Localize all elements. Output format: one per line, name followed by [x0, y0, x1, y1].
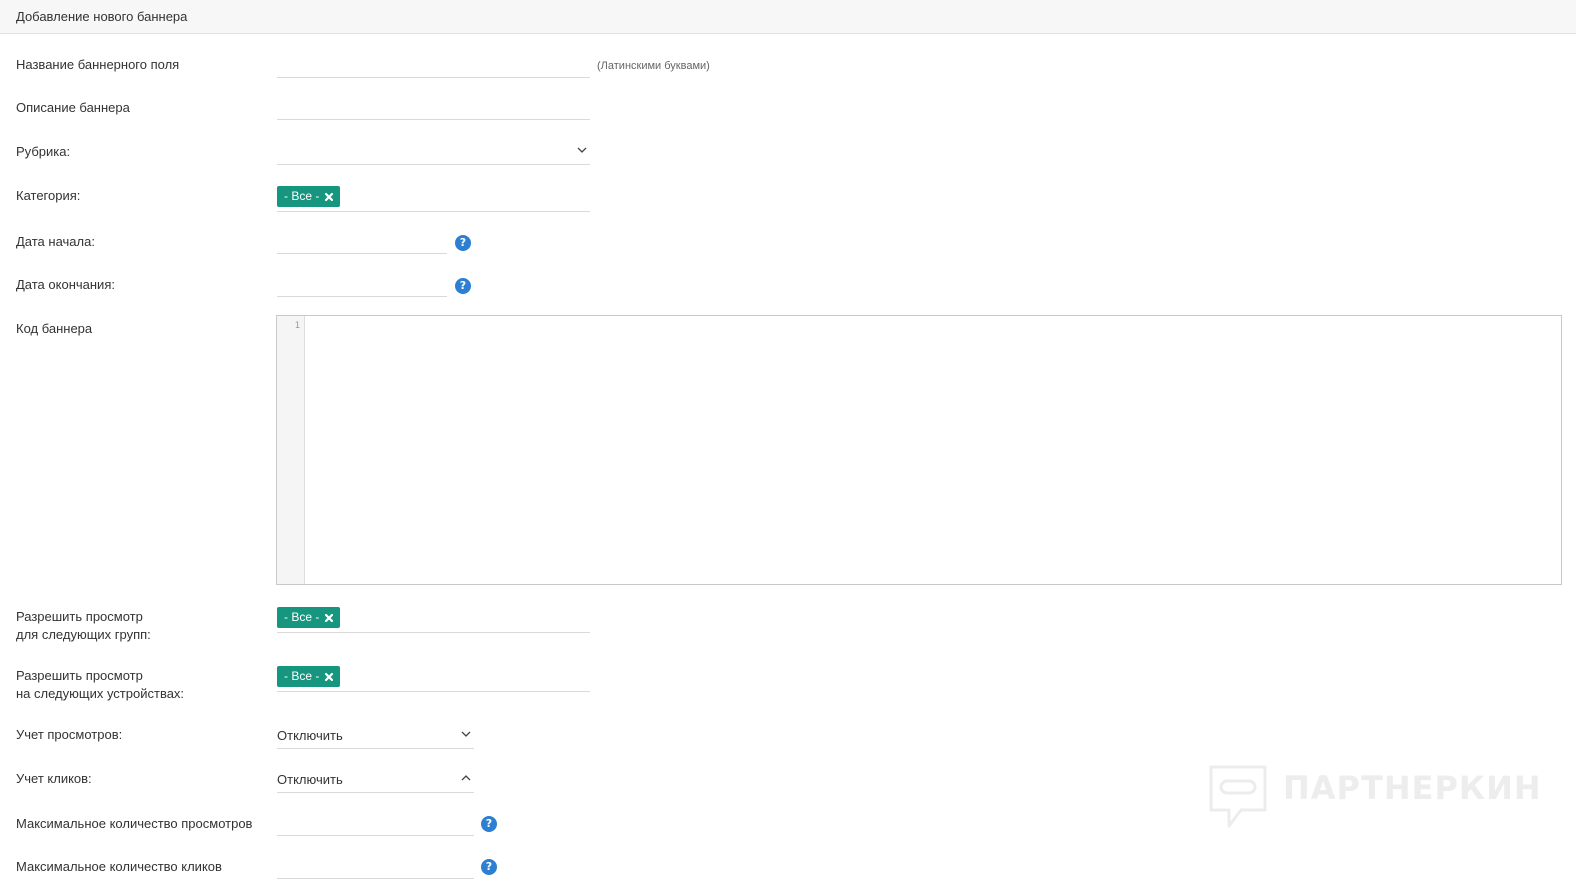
start-date-help-icon[interactable]: ?	[455, 235, 471, 251]
banner-name-label: Название баннерного поля	[16, 57, 180, 72]
devices-tag: - Все -	[277, 666, 341, 687]
end-date-input[interactable]	[277, 273, 447, 297]
panel-header: Добавление нового баннера	[0, 0, 1576, 34]
watermark-text: ПАРТНЕРКИН	[1283, 769, 1542, 807]
banner-name-hint: (Латинскими буквами)	[597, 60, 710, 72]
chevron-up-icon	[461, 775, 471, 781]
line-number-gutter: 1	[277, 316, 305, 584]
max-clicks-label: Максимальное количество кликов	[16, 859, 222, 874]
allow-groups-label-line2: для следующих групп:	[16, 627, 151, 642]
chevron-down-icon	[461, 731, 471, 737]
code-text-area[interactable]	[305, 316, 1561, 584]
category-tag-label: - Все -	[284, 189, 320, 203]
page-title: Добавление нового баннера	[16, 9, 188, 24]
max-views-input[interactable]	[277, 812, 474, 836]
view-tracking-select[interactable]: Отключить	[277, 725, 474, 749]
remove-tag-icon[interactable]	[324, 672, 334, 682]
banner-code-editor[interactable]: 1	[276, 315, 1562, 585]
allow-devices-multiselect[interactable]: - Все -	[277, 666, 590, 692]
allow-groups-label-line1: Разрешить просмотр	[16, 609, 143, 624]
allow-groups-multiselect[interactable]: - Все -	[277, 607, 590, 633]
banner-code-label: Код баннера	[16, 321, 93, 336]
click-tracking-select[interactable]: Отключить	[277, 769, 474, 793]
chevron-down-icon	[577, 147, 587, 153]
start-date-label: Дата начала:	[16, 234, 95, 249]
devices-tag-label: - Все -	[284, 669, 320, 683]
allow-groups-label: Разрешить просмотр для следующих групп:	[16, 608, 151, 644]
banner-name-input[interactable]	[277, 54, 590, 78]
remove-tag-icon[interactable]	[324, 192, 334, 202]
rubric-select[interactable]	[277, 141, 590, 165]
allow-devices-label-line2: на следующих устройствах:	[16, 686, 185, 701]
category-tag: - Все -	[277, 186, 341, 207]
line-number: 1	[294, 321, 300, 331]
allow-devices-label-line1: Разрешить просмотр	[16, 668, 143, 683]
groups-tag-label: - Все -	[284, 610, 320, 624]
rubric-label: Рубрика:	[16, 144, 71, 159]
allow-devices-label: Разрешить просмотр на следующих устройст…	[16, 667, 184, 703]
view-tracking-label: Учет просмотров:	[16, 727, 123, 742]
banner-description-input[interactable]	[277, 96, 590, 120]
max-clicks-help-icon[interactable]: ?	[481, 859, 497, 875]
start-date-input[interactable]	[277, 230, 447, 254]
groups-tag: - Все -	[277, 607, 341, 628]
max-clicks-input[interactable]	[277, 855, 474, 879]
click-tracking-label: Учет кликов:	[16, 771, 92, 786]
max-views-label: Максимальное количество просмотров	[16, 816, 253, 831]
click-tracking-value: Отключить	[277, 772, 343, 787]
remove-tag-icon[interactable]	[324, 613, 334, 623]
banner-description-label: Описание баннера	[16, 100, 130, 115]
max-views-help-icon[interactable]: ?	[481, 816, 497, 832]
view-tracking-value: Отключить	[277, 728, 343, 743]
end-date-label: Дата окончания:	[16, 277, 115, 292]
end-date-help-icon[interactable]: ?	[455, 278, 471, 294]
watermark: ПАРТНЕРКИН	[1207, 764, 1541, 830]
watermark-logo-icon	[1209, 765, 1267, 828]
category-label: Категория:	[16, 188, 81, 203]
category-multiselect[interactable]: - Все -	[277, 186, 590, 212]
